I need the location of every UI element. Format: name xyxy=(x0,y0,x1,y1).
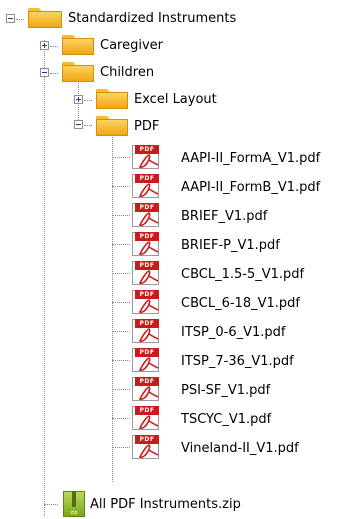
pdf-file-icon: PDF xyxy=(132,435,168,459)
folder-icon xyxy=(28,8,62,28)
tree-node-label: All PDF Instruments.zip xyxy=(90,497,241,512)
folder-icon xyxy=(96,89,128,109)
folder-icon xyxy=(62,35,94,55)
tree-node-label: BRIEF-P_V1.pdf xyxy=(181,238,280,253)
tree-node-label: TSCYC_V1.pdf xyxy=(181,412,272,427)
pdf-file-icon: PDF xyxy=(132,261,168,285)
tree-node-label: CBCL_6-18_V1.pdf xyxy=(181,296,300,311)
tree-node-label: Caregiver xyxy=(100,38,164,53)
tree-connector xyxy=(84,100,92,101)
tree-connector xyxy=(84,125,92,126)
tree-connector xyxy=(112,186,130,187)
file-tree: Standardized Instruments Caregiver Child… xyxy=(0,0,359,519)
collapse-icon[interactable] xyxy=(74,120,83,129)
expand-icon[interactable] xyxy=(40,41,49,50)
tree-node-label: Excel Layout xyxy=(134,92,217,107)
tree-node-label: AAPI-II_FormA_V1.pdf xyxy=(181,151,321,166)
zip-file-icon: zip xyxy=(63,491,85,517)
pdf-file-icon: PDF xyxy=(132,319,168,343)
tree-connector xyxy=(112,302,130,303)
collapse-icon[interactable] xyxy=(40,68,49,77)
folder-icon xyxy=(96,116,128,136)
pdf-file-icon: PDF xyxy=(132,348,168,372)
tree-node-label: PDF xyxy=(134,119,160,134)
tree-connector xyxy=(112,389,130,390)
tree-connector xyxy=(16,19,24,20)
pdf-file-icon: PDF xyxy=(132,377,168,401)
tree-connector xyxy=(112,273,130,274)
tree-node-label: ITSP_7-36_V1.pdf xyxy=(181,354,294,369)
pdf-file-icon: PDF xyxy=(132,232,168,256)
tree-node-label: Children xyxy=(100,65,155,80)
pdf-file-icon: PDF xyxy=(132,145,168,169)
tree-connector xyxy=(112,418,130,419)
tree-node-label: ITSP_0-6_V1.pdf xyxy=(181,325,286,340)
collapse-icon[interactable] xyxy=(6,14,15,23)
tree-connector xyxy=(112,215,130,216)
tree-connector xyxy=(44,504,58,505)
tree-connector xyxy=(50,46,58,47)
tree-connector xyxy=(112,244,130,245)
tree-connector xyxy=(112,157,130,158)
tree-connector xyxy=(44,40,45,516)
folder-icon xyxy=(62,62,94,82)
pdf-file-icon: PDF xyxy=(132,290,168,314)
tree-connector xyxy=(50,73,58,74)
tree-node-label: PSI-SF_V1.pdf xyxy=(181,383,271,398)
tree-connector xyxy=(112,447,130,448)
expand-icon[interactable] xyxy=(74,95,83,104)
tree-node-label: BRIEF_V1.pdf xyxy=(181,209,268,224)
tree-node-label: Vineland-II_V1.pdf xyxy=(181,441,299,456)
tree-node-label: CBCL_1.5-5_V1.pdf xyxy=(181,267,305,282)
tree-node-label: AAPI-II_FormB_V1.pdf xyxy=(181,180,321,195)
tree-connector xyxy=(112,360,130,361)
tree-node-label: Standardized Instruments xyxy=(68,11,237,26)
pdf-file-icon: PDF xyxy=(132,174,168,198)
pdf-file-icon: PDF xyxy=(132,203,168,227)
pdf-file-icon: PDF xyxy=(132,406,168,430)
tree-connector xyxy=(112,331,130,332)
